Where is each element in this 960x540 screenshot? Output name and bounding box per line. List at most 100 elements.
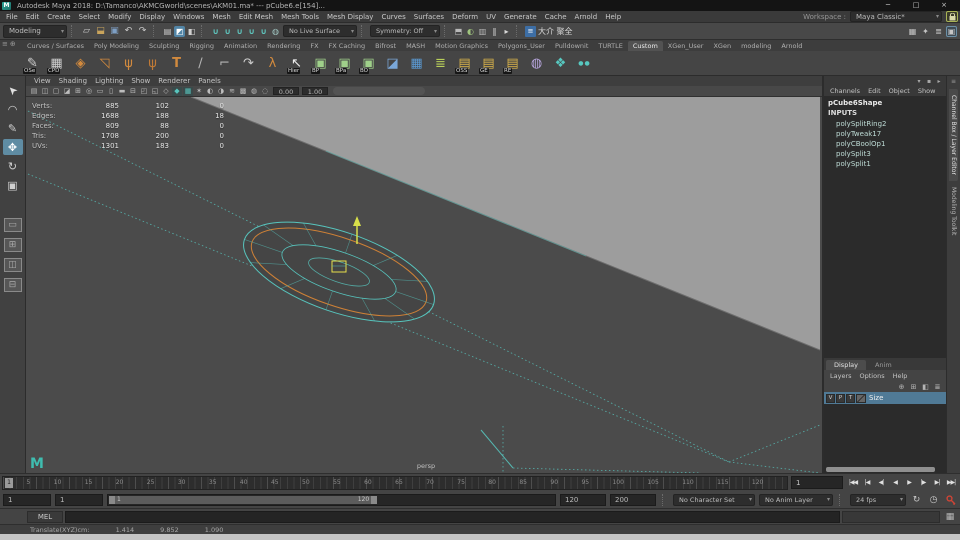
menu-item[interactable]: Deform: [448, 13, 482, 21]
shelf-hand-b-icon[interactable]: ψ: [142, 53, 163, 74]
shelf-tab[interactable]: Custom: [627, 41, 663, 51]
lights-icon[interactable]: ✶: [194, 87, 204, 96]
menu-item[interactable]: Surfaces: [410, 13, 448, 21]
current-time-indicator[interactable]: 1: [5, 477, 13, 488]
motion-blur-icon[interactable]: ≋: [227, 87, 237, 96]
panel-menu-item[interactable]: Lighting: [91, 77, 127, 85]
make-live-icon[interactable]: ◍: [270, 26, 281, 37]
channel-box-toggle-icon[interactable]: ≣: [933, 26, 944, 37]
multisample-icon[interactable]: ▩: [238, 87, 248, 96]
two-pane-stacked-layout-button[interactable]: ⊟: [3, 278, 22, 292]
safe-action-icon[interactable]: ◰: [139, 87, 149, 96]
shelf-hier-icon[interactable]: ↖ Hier: [286, 53, 307, 74]
shelf-tab[interactable]: Motion Graphics: [430, 41, 493, 51]
safe-title-icon[interactable]: ◱: [150, 87, 160, 96]
menu-item[interactable]: Curves: [377, 13, 409, 21]
go-to-end-button[interactable]: ▶▶|: [944, 476, 958, 489]
shelf-measure-icon[interactable]: ∕: [190, 53, 211, 74]
menu-item[interactable]: Edit Mesh: [235, 13, 277, 21]
paint-select-tool-icon[interactable]: ✎: [3, 120, 23, 136]
command-language-button[interactable]: MEL: [27, 510, 63, 523]
sidebar-tab[interactable]: Modeling Toolkit: [949, 181, 958, 241]
layer-list-icon[interactable]: ≣: [933, 382, 942, 391]
field-chart-icon[interactable]: ⊟: [128, 87, 138, 96]
scale-tool-icon[interactable]: ▣: [3, 177, 23, 193]
range-start-handle[interactable]: [109, 495, 115, 504]
perspective-viewport[interactable]: View Shading Lighting Show Renderer Panels ▤ ◫…: [26, 76, 822, 473]
shelf-tab[interactable]: Rendering: [262, 41, 305, 51]
status-divider[interactable]: [444, 25, 449, 37]
menu-item[interactable]: Windows: [169, 13, 208, 21]
shelf-tab[interactable]: Pulldownit: [550, 41, 593, 51]
modeling-toolkit-toggle-icon[interactable]: ▣: [946, 25, 957, 37]
layer-editor-menu[interactable]: Layers: [827, 372, 855, 380]
status-divider[interactable]: [361, 25, 366, 37]
shelf-bp-icon[interactable]: ▣ BP: [310, 53, 331, 74]
layer-playback-toggle[interactable]: P: [836, 393, 845, 403]
menu-item[interactable]: File: [2, 13, 22, 21]
view-layout-icon[interactable]: ▤: [29, 87, 39, 96]
shaded-mode-icon[interactable]: ◆: [172, 86, 182, 96]
input-node-item[interactable]: polySplit1: [828, 159, 946, 169]
workspace-lock-icon[interactable]: [946, 11, 958, 22]
save-scene-icon[interactable]: ▣: [108, 25, 121, 38]
minimize-button[interactable]: ─: [874, 0, 902, 11]
render-frame-icon[interactable]: ⬒: [453, 26, 464, 37]
open-scene-icon[interactable]: ⬓: [94, 25, 107, 38]
isolate-select-icon[interactable]: ◌: [260, 87, 270, 96]
shelf-wire-sphere-icon[interactable]: ◍: [526, 53, 547, 74]
textured-mode-icon[interactable]: ▦: [183, 86, 193, 96]
input-node-item[interactable]: polyTweak17: [828, 129, 946, 139]
menu-item[interactable]: Mesh Tools: [277, 13, 323, 21]
oversampling-icon[interactable]: ◎: [84, 87, 94, 96]
viewport-canvas[interactable]: [26, 97, 820, 473]
shelf-sliders-icon[interactable]: ≣: [430, 53, 451, 74]
snap-point-icon[interactable]: ∪: [234, 26, 245, 37]
channel-box-menu[interactable]: Show: [915, 87, 939, 95]
gamma-field[interactable]: 1.00: [302, 87, 328, 96]
layer-color-swatch[interactable]: [856, 393, 866, 403]
input-mode-icon[interactable]: ≡: [525, 25, 536, 37]
shelf-tab[interactable]: XGen_User: [663, 41, 709, 51]
display-layer-row[interactable]: V P T Size: [824, 392, 946, 404]
layer-new-selected-icon[interactable]: ◧: [921, 382, 930, 391]
input-node-item[interactable]: polySplit3: [828, 149, 946, 159]
shelf-joint-icon[interactable]: λ: [262, 53, 283, 74]
panel-menu-item[interactable]: View: [30, 77, 55, 85]
status-divider[interactable]: [71, 25, 76, 37]
shelf-bo-icon[interactable]: ▣ BO: [358, 53, 379, 74]
input-node-item[interactable]: polySplitRing2: [828, 119, 946, 129]
attribute-editor-toggle-icon[interactable]: ▦: [907, 26, 918, 37]
select-tool-icon[interactable]: ➤: [3, 82, 23, 98]
bookmark-icon[interactable]: ▢: [51, 87, 61, 96]
ipr-render-icon[interactable]: ◐: [465, 26, 476, 37]
range-end-handle[interactable]: [371, 495, 378, 504]
layer-editor-tab[interactable]: Display: [826, 360, 866, 370]
layer-template-toggle[interactable]: T: [846, 393, 855, 403]
two-pane-side-layout-button[interactable]: ◫: [3, 258, 22, 272]
lasso-tool-icon[interactable]: ◠: [3, 101, 23, 117]
script-editor-icon[interactable]: ▦: [942, 511, 958, 523]
shelf-tab[interactable]: Polygons_User: [493, 41, 550, 51]
camera-attrs-icon[interactable]: ◫: [40, 87, 50, 96]
menu-item[interactable]: Edit: [22, 13, 44, 21]
input-field-group[interactable]: ≡ 大介 聚全: [525, 25, 573, 37]
live-surface-field[interactable]: No Live Surface: [283, 25, 357, 37]
rotate-tool-icon[interactable]: ↻: [3, 158, 23, 174]
shelf-cpd-icon[interactable]: ▦ CPD: [46, 53, 67, 74]
time-slider[interactable]: 5 10 15 20 25 30 35 40 45 50 55 60 65 70 75 80 85 90 95 100…: [2, 475, 788, 490]
menu-item[interactable]: Display: [135, 13, 169, 21]
panel-menu-item[interactable]: Shading: [55, 77, 91, 85]
shelf-tab[interactable]: Animation: [219, 41, 262, 51]
playback-start-field[interactable]: 1: [55, 493, 103, 506]
wireframe-mode-icon[interactable]: ◇: [161, 87, 171, 96]
step-forward-key-button[interactable]: |▶: [916, 476, 930, 489]
menu-item[interactable]: Mesh: [208, 13, 234, 21]
inputs-section-label[interactable]: INPUTS: [828, 109, 946, 117]
shelf-menu-icon[interactable]: ≡: [2, 40, 8, 48]
status-divider[interactable]: [153, 25, 158, 37]
shelf-tab[interactable]: Arnold: [776, 41, 807, 51]
step-back-frame-button[interactable]: |◀: [860, 476, 874, 489]
menu-item[interactable]: Create: [43, 13, 74, 21]
shelf-tab[interactable]: Sculpting: [144, 41, 184, 51]
